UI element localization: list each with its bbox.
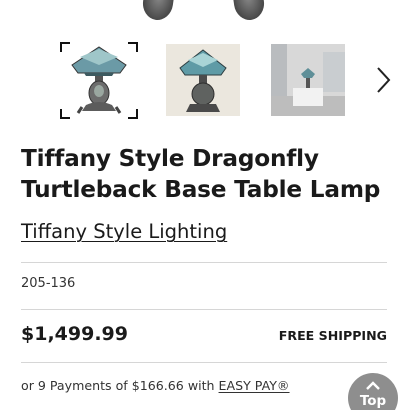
product-price: $1,499.99 (21, 323, 128, 345)
thumbnail-lamp-front[interactable] (62, 43, 136, 117)
thumbnail-gallery (0, 42, 400, 119)
installment-offer: or 9 Payments of $166.66 with EASY PAY® (21, 378, 290, 393)
main-product-image[interactable] (0, 0, 400, 24)
easy-pay-link[interactable]: EASY PAY® (219, 378, 290, 393)
divider (21, 309, 387, 310)
divider (21, 362, 387, 363)
product-sku: 205-136 (21, 276, 76, 291)
lamp-foot-left (140, 0, 176, 22)
product-title-line-1: Tiffany Style Dragonfly (21, 145, 319, 172)
back-to-top-button[interactable]: Top (348, 373, 398, 410)
product-title-line-2: Turtleback Base Table Lamp (21, 176, 381, 203)
chevron-right-icon (377, 67, 391, 93)
lamp-foot-right (231, 0, 267, 22)
installment-text: or 9 Payments of $166.66 with (21, 378, 219, 393)
thumbnail-lamp-lit[interactable] (166, 44, 240, 116)
thumbnail-lamp-room[interactable] (271, 44, 345, 116)
back-to-top-label: Top (359, 393, 387, 409)
divider (21, 262, 387, 263)
brand-link[interactable]: Tiffany Style Lighting (21, 219, 227, 245)
shipping-badge: FREE SHIPPING (278, 328, 387, 343)
product-title: Tiffany Style Dragonfly Turtleback Base … (21, 143, 391, 205)
chevron-up-icon (366, 381, 380, 390)
next-thumbnail-button[interactable] (372, 65, 392, 95)
